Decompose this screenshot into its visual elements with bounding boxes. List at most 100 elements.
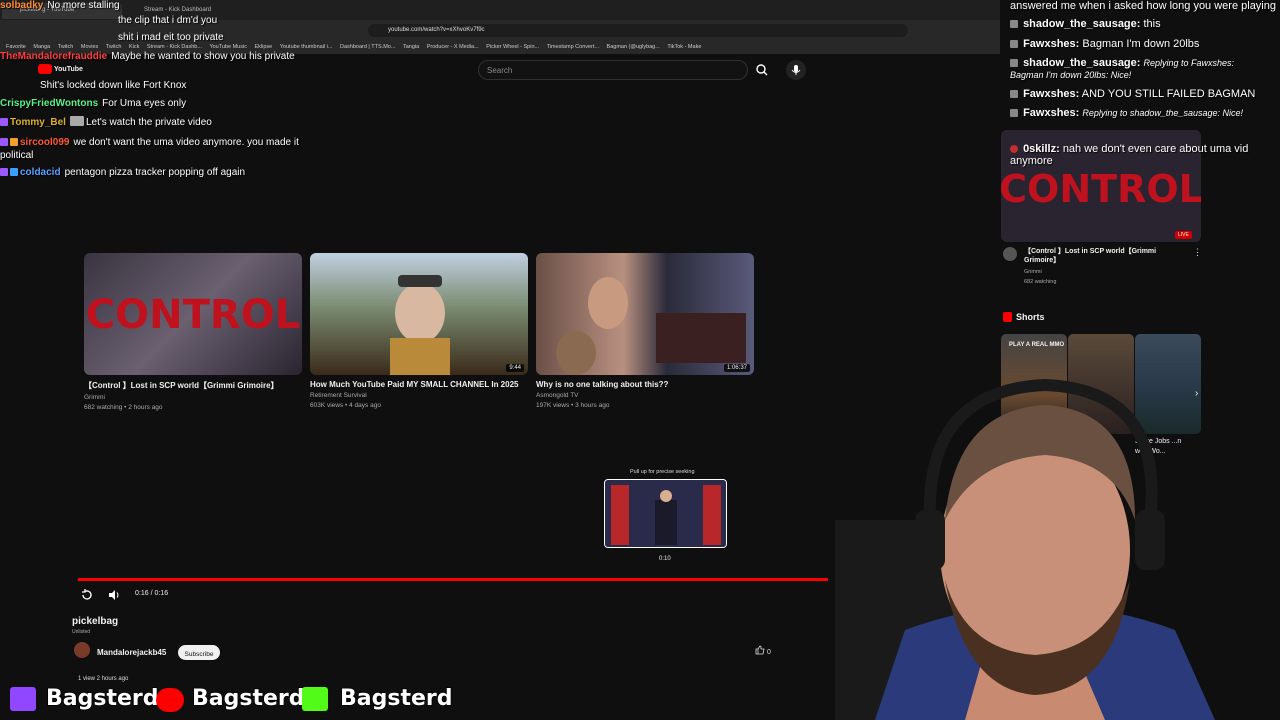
chat-message: Shit's locked down like Fort Knox	[40, 80, 187, 91]
view-count: 1 view 2 hours ago	[78, 676, 129, 682]
video-card[interactable]: 9:44 How Much YouTube Paid MY SMALL CHAN…	[310, 253, 528, 409]
overlay-name: Bagsterd	[191, 685, 305, 712]
sub-badge-icon	[10, 138, 18, 146]
like-count: 0	[766, 649, 771, 656]
youtube-logo-text[interactable]: YouTube	[54, 66, 83, 73]
bookmark-item[interactable]: Picker Wheel - Spin...	[486, 44, 539, 50]
svg-text:CONTROL: CONTROL	[1001, 167, 1201, 211]
overlay-name: Bagsterd	[45, 685, 159, 712]
youtube-logo-icon	[156, 688, 184, 712]
twitch-logo-icon	[10, 687, 36, 711]
time-display: 0:16 / 0:16	[135, 590, 169, 597]
live-watching-count: 682 watching	[1024, 279, 1057, 285]
video-card-channel[interactable]: Retirement Survival	[310, 392, 528, 399]
bookmark-item[interactable]: Dashboard | TTS.Mo...	[340, 44, 395, 50]
seek-tip: Pull up for precise seeking	[630, 469, 695, 475]
user-badge-icon	[1010, 145, 1018, 153]
volume-button[interactable]	[107, 588, 121, 602]
svg-text:CONTROL: CONTROL	[86, 292, 300, 338]
live-video-channel[interactable]: Grimmi	[1024, 269, 1042, 275]
more-options-icon[interactable]: ⋮	[1193, 247, 1202, 258]
shorts-heading: Shorts	[1016, 312, 1045, 322]
video-card[interactable]: 1:06:37 Why is no one talking about this…	[536, 253, 754, 409]
channel-avatar[interactable]	[1003, 247, 1017, 261]
video-card-title[interactable]: Why is no one talking about this??	[536, 380, 754, 389]
kick-logo-icon	[302, 687, 328, 711]
prime-badge-icon	[0, 138, 8, 146]
live-video-title[interactable]: 【Control 】Lost in SCP world【Grimmi Grimo…	[1024, 247, 1184, 265]
progress-bar-fill	[78, 578, 828, 581]
chat-message: shit i mad eit too private	[118, 32, 224, 43]
video-title: pickelbag	[72, 616, 119, 627]
short-caption: PLAY A REAL MMO	[1009, 342, 1065, 348]
video-card-channel[interactable]: Asmongold TV	[536, 392, 754, 399]
prime-badge-icon	[0, 118, 8, 126]
thumbs-up-icon	[755, 645, 765, 655]
video-card-title[interactable]: How Much YouTube Paid MY SMALL CHANNEL I…	[310, 380, 528, 389]
video-thumbnail[interactable]: CONTROL	[84, 253, 302, 375]
microphone-icon	[791, 65, 801, 75]
video-card-meta: 197K views • 3 hours ago	[536, 402, 610, 409]
prime-badge-icon	[0, 168, 8, 176]
channel-avatar[interactable]	[74, 642, 90, 658]
chat-message: Tommy_Bel Let's watch the private video	[0, 116, 212, 128]
chat-message: answered me when i asked how long you we…	[1010, 0, 1276, 12]
video-card[interactable]: CONTROL 【Control 】Lost in SCP world【Grim…	[84, 253, 302, 411]
chat-message: shadow_the_sausage: Replying to Fawxshes…	[1010, 57, 1235, 80]
scrub-time: 0:10	[659, 556, 671, 562]
webcam-feed	[815, 350, 1280, 720]
bookmark-item[interactable]: Timestamp Convert...	[547, 44, 599, 50]
video-card-meta: 682 watching • 2 hours ago	[84, 404, 163, 411]
search-input[interactable]: Search	[478, 60, 748, 80]
visibility-badge: Unlisted	[72, 629, 91, 635]
subscribe-button[interactable]: Subscribe	[178, 645, 220, 660]
chat-message: solbadky No more stalling	[0, 0, 120, 11]
thumbnail-art: CONTROL	[86, 292, 300, 338]
preview-art	[605, 480, 726, 547]
bookmark-item[interactable]: Tangia	[403, 44, 419, 50]
emote-icon	[69, 116, 84, 126]
chat-message: sircool099 we don't want the uma video an…	[0, 137, 299, 161]
video-thumbnail[interactable]: 1:06:37	[536, 253, 754, 375]
user-badge-icon	[1010, 109, 1018, 117]
user-badge-icon	[1010, 59, 1018, 67]
video-card-channel[interactable]: Grimmi	[84, 394, 302, 401]
replay-icon	[82, 589, 92, 600]
shorts-icon	[1003, 312, 1012, 322]
video-thumbnail[interactable]: 9:44	[310, 253, 528, 375]
url-text: youtube.com/watch?v=xXhvoKv7f9c	[388, 27, 485, 33]
live-badge: LIVE	[1175, 231, 1192, 239]
user-badge-icon	[1010, 40, 1018, 48]
user-badge-icon	[1010, 90, 1018, 98]
chat-message: coldacid pentagon pizza tracker popping o…	[0, 167, 245, 178]
chat-message: Fawxshes: AND YOU STILL FAILED BAGMAN	[1010, 88, 1255, 100]
bookmark-item[interactable]: TikTok - Make	[667, 44, 701, 50]
tab-label: Stream - Kick Dashboard	[144, 7, 212, 13]
replay-button[interactable]	[80, 588, 94, 602]
like-button[interactable]: 0	[755, 645, 785, 660]
chat-message: CrispyFriedWontons For Uma eyes only	[0, 98, 187, 109]
chat-message: 0skillz: nah we don't even care about um…	[1010, 143, 1249, 167]
youtube-logo-icon[interactable]	[38, 64, 52, 74]
video-duration: 1:06:37	[723, 364, 750, 372]
user-badge-icon	[1010, 20, 1018, 28]
overlay-name: Bagsterd	[339, 685, 453, 712]
chat-message: Fawxshes: Bagman I'm down 20lbs	[1010, 38, 1199, 50]
sub-badge-icon	[10, 168, 18, 176]
video-duration: 9:44	[506, 364, 524, 372]
thumbnail-art	[556, 277, 746, 375]
chat-message: Fawxshes: Replying to shadow_the_sausage…	[1010, 107, 1243, 119]
thumbnail-art	[390, 275, 450, 375]
voice-search-button[interactable]	[786, 60, 806, 80]
search-button[interactable]	[750, 60, 774, 80]
webcam-image	[835, 378, 1215, 720]
channel-name[interactable]: Mandalorejackb45	[97, 648, 166, 657]
url-field[interactable]: youtube.com/watch?v=xXhvoKv7f9c	[368, 24, 908, 37]
chat-message: shadow_the_sausage: this	[1010, 18, 1161, 30]
search-icon	[756, 64, 768, 76]
video-card-title[interactable]: 【Control 】Lost in SCP world【Grimmi Grimo…	[84, 380, 302, 391]
video-card-meta: 603K views • 4 days ago	[310, 402, 381, 409]
bookmark-item[interactable]: Producer - X Media...	[427, 44, 479, 50]
volume-icon	[109, 590, 119, 600]
bookmark-item[interactable]: Bagman (@uglybag...	[607, 44, 660, 50]
